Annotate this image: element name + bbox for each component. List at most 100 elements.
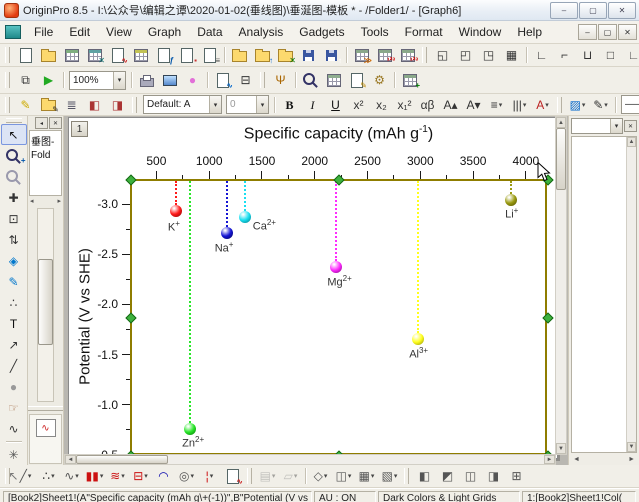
make-same-height-button[interactable]: ◨ bbox=[482, 466, 505, 487]
right-dock-close-button[interactable]: ✕ bbox=[624, 120, 637, 132]
menu-item-gadgets[interactable]: Gadgets bbox=[291, 22, 352, 42]
draw-polygon-button[interactable]: ◇ ▾ bbox=[309, 466, 332, 487]
project-explorer-hscroll[interactable]: ◂ ▸ bbox=[28, 196, 63, 206]
save-project-button[interactable] bbox=[297, 45, 320, 66]
add-table-button[interactable]: ▦ ▾ bbox=[355, 466, 378, 487]
pointer-tool-button[interactable]: ↖ bbox=[0, 124, 27, 145]
add-color-scale-dropdown-icon[interactable]: ▾ bbox=[272, 472, 276, 480]
menu-item-edit[interactable]: Edit bbox=[61, 22, 98, 42]
template-library-button[interactable]: ∿ bbox=[221, 466, 244, 487]
text-align-dropdown-icon[interactable]: ▾ bbox=[499, 101, 503, 109]
expand-page-tool-button[interactable]: ✳ bbox=[1, 444, 27, 465]
edit-in-workbook-button[interactable]: ∿ bbox=[211, 70, 234, 91]
save-template-button[interactable]: ↑ bbox=[320, 45, 343, 66]
duplicate-window-button[interactable]: ⧉ bbox=[14, 70, 37, 91]
zoom-level-dropdown-icon[interactable]: ▾ bbox=[113, 71, 125, 89]
multi-curve-plot-button[interactable]: ≋ ▾ bbox=[106, 466, 129, 487]
toolbar-grip[interactable] bbox=[557, 96, 562, 113]
menu-item-graph[interactable]: Graph bbox=[140, 22, 189, 42]
add-new-columns-button[interactable]: + bbox=[398, 70, 421, 91]
new-layer-object-button[interactable]: ◫ ▾ bbox=[332, 466, 355, 487]
line-symbol-plot-button[interactable]: ∿ ▾ bbox=[60, 466, 83, 487]
annotation-tool-button[interactable]: ⊡ bbox=[1, 208, 27, 229]
insert-image-button[interactable]: ▧ ▾ bbox=[378, 466, 401, 487]
new-top-axis-button[interactable]: ⌐ bbox=[553, 45, 576, 66]
new-workbook-button[interactable] bbox=[60, 45, 83, 66]
menu-item-window[interactable]: Window bbox=[451, 22, 510, 42]
distribute-columns-button[interactable]: ||| ▾ bbox=[508, 94, 531, 115]
column-plot-button[interactable]: ▮▮ ▾ bbox=[83, 466, 106, 487]
multi-curve-plot-dropdown-icon[interactable]: ▾ bbox=[121, 472, 125, 480]
scroll-right-icon[interactable]: ► bbox=[628, 456, 635, 463]
font-size-dropdown-icon[interactable]: ▾ bbox=[256, 96, 268, 113]
draw-polygon-dropdown-icon[interactable]: ▾ bbox=[324, 472, 328, 480]
menu-item-file[interactable]: File bbox=[26, 22, 61, 42]
scroll-right-icon[interactable]: ► bbox=[544, 455, 555, 464]
data-reader-tool-button[interactable]: ⇅ bbox=[1, 229, 27, 250]
new-project-button[interactable] bbox=[14, 45, 37, 66]
merge-layers-button[interactable]: ▦ bbox=[500, 45, 523, 66]
data-point-na[interactable] bbox=[220, 227, 233, 240]
project-explorer-toggle-button[interactable]: Ψ bbox=[269, 70, 292, 91]
refresh-graph-button[interactable]: ▶ bbox=[37, 70, 60, 91]
italic-button[interactable]: I bbox=[301, 94, 324, 115]
new-graph-button[interactable]: ∿ bbox=[106, 45, 129, 66]
shape-tool-button[interactable]: ● bbox=[1, 376, 27, 397]
zoom-level-combo[interactable]: 100% ▾ bbox=[69, 70, 126, 90]
pan-tool-button[interactable]: ☞ bbox=[1, 397, 27, 418]
zoom-in-tool-button[interactable]: + bbox=[1, 145, 27, 166]
toolbar-grip[interactable] bbox=[5, 72, 10, 88]
menu-item-format[interactable]: Format bbox=[397, 22, 451, 42]
font-name-dropdown-icon[interactable]: ▾ bbox=[209, 96, 221, 113]
y-axis-label[interactable]: Potential (V vs SHE) bbox=[77, 179, 94, 455]
print-button[interactable] bbox=[135, 70, 158, 91]
line-symbol-plot-dropdown-icon[interactable]: ▾ bbox=[75, 472, 79, 480]
data-selector-tool-button[interactable]: ◈ bbox=[1, 250, 27, 271]
font-name-combo[interactable]: Default: A ▾ bbox=[143, 95, 222, 114]
fit-layers-to-page-button[interactable]: ◰ bbox=[454, 45, 477, 66]
sub-superscript-button[interactable]: x₁² bbox=[393, 94, 416, 115]
text-tool-button[interactable]: T bbox=[1, 313, 27, 334]
graph-hscrollbar[interactable]: ◄ ► bbox=[64, 454, 556, 465]
split-panels-button[interactable]: ⊟ bbox=[234, 70, 257, 91]
toolbar-grip[interactable] bbox=[260, 72, 265, 88]
selection-on-plot-tool-button[interactable]: ✎ bbox=[1, 271, 27, 292]
text-align-button[interactable]: ≡ ▾ bbox=[485, 94, 508, 115]
area-plot-button[interactable]: ◠ bbox=[152, 466, 175, 487]
new-left-right-axes-button[interactable]: ⊔ bbox=[576, 45, 599, 66]
new-excel-button[interactable] bbox=[129, 45, 152, 66]
graph-vscrollbar[interactable]: ▲ ▼ bbox=[555, 116, 567, 455]
font-color-dropdown-icon[interactable]: ▾ bbox=[545, 101, 549, 109]
rescale-axes-button[interactable]: ◱ bbox=[431, 45, 454, 66]
subscript-button[interactable]: x₂ bbox=[370, 94, 393, 115]
code-builder-button[interactable]: ⚙ bbox=[368, 70, 391, 91]
mdi-minimize-button[interactable]: – bbox=[578, 24, 597, 40]
fill-color-dropdown-icon[interactable]: ▾ bbox=[582, 101, 586, 109]
align-left-edges-button[interactable]: ◧ bbox=[413, 466, 436, 487]
graph-page[interactable]: 1 Specific capacity (mAh g-1) Potential (… bbox=[68, 117, 558, 462]
insert-image-dropdown-icon[interactable]: ▾ bbox=[394, 472, 398, 480]
scroll-down-icon[interactable]: ▼ bbox=[556, 443, 566, 454]
fill-color-button[interactable]: ▨ ▾ bbox=[566, 94, 589, 115]
underline-button[interactable]: U bbox=[324, 94, 347, 115]
open-excel-button[interactable]: ✕ bbox=[274, 45, 297, 66]
project-explorer-splitter[interactable] bbox=[28, 406, 63, 411]
arrange-layers-button[interactable]: ◳ bbox=[477, 45, 500, 66]
add-table-dropdown-icon[interactable]: ▾ bbox=[371, 472, 375, 480]
scroll-up-icon[interactable]: ▲ bbox=[556, 117, 566, 128]
line-border-color-dropdown-icon[interactable]: ▾ bbox=[604, 101, 608, 109]
new-layer-object-dropdown-icon[interactable]: ▾ bbox=[348, 472, 352, 480]
menu-item-analysis[interactable]: Analysis bbox=[231, 22, 292, 42]
scroll-left-icon[interactable]: ◄ bbox=[573, 456, 580, 463]
screen-reader-tool-button[interactable]: ✚ bbox=[1, 187, 27, 208]
copy-format-button[interactable]: ✎ bbox=[37, 94, 60, 115]
window-restore-button[interactable]: ▢ bbox=[579, 1, 607, 19]
column-plot-dropdown-icon[interactable]: ▾ bbox=[100, 472, 104, 480]
toolbar-grip[interactable] bbox=[422, 47, 427, 63]
scroll-down-icon[interactable]: ▼ bbox=[627, 442, 636, 452]
project-explorer-vscrollbar[interactable] bbox=[37, 208, 54, 402]
polar-plot-dropdown-icon[interactable]: ▾ bbox=[190, 472, 194, 480]
axes-frame[interactable] bbox=[130, 179, 547, 455]
line-style-combo[interactable]: —— S▾ bbox=[621, 95, 639, 114]
right-dock-hscrollbar[interactable]: ◄ ► bbox=[571, 454, 637, 464]
